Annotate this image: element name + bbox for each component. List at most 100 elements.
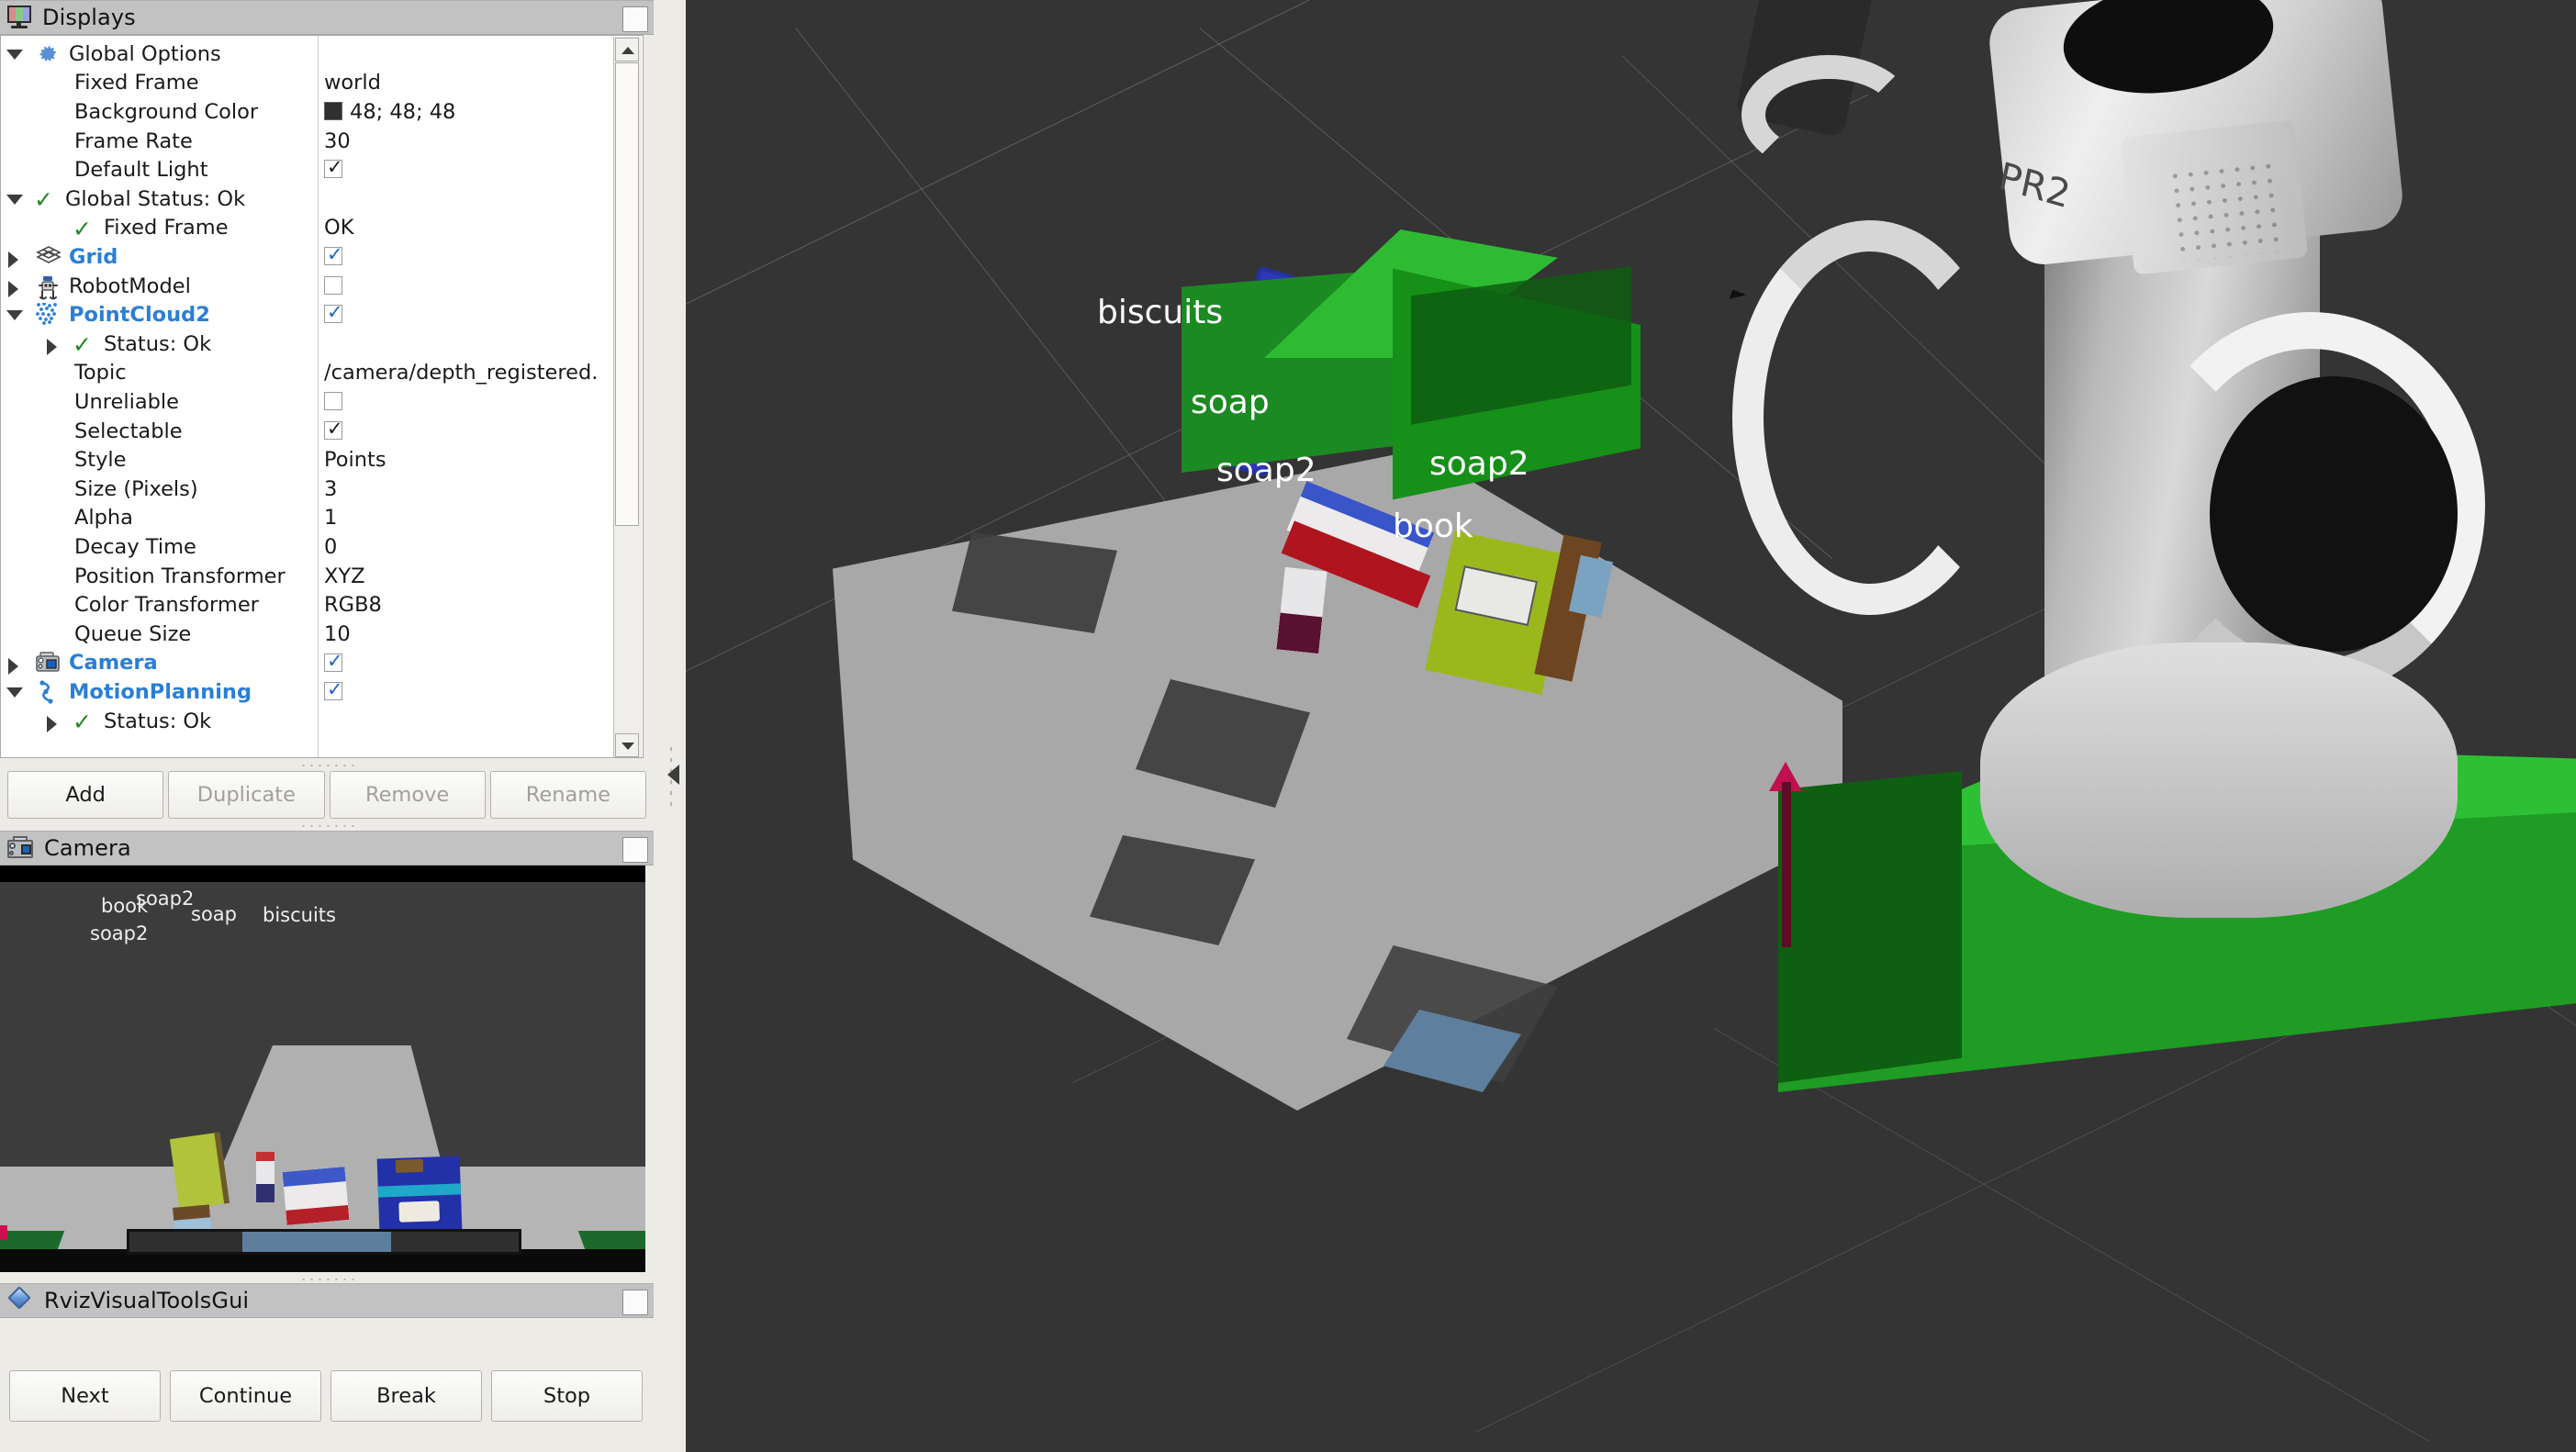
tree-row-value[interactable]: RGB8 xyxy=(324,593,382,617)
displays-float-button[interactable] xyxy=(622,6,648,32)
tree-row-label: Decay Time xyxy=(74,534,196,559)
tree-row-label: Status: Ok xyxy=(104,709,212,733)
tree-row-checkbox[interactable] xyxy=(324,156,343,179)
viewport-label-soap2: soap2 xyxy=(1429,445,1529,483)
expander-collapse-icon[interactable] xyxy=(6,195,23,205)
tree-row-value[interactable]: /camera/depth_registered. xyxy=(324,361,598,385)
tree-row-checkbox[interactable] xyxy=(324,275,342,295)
tree-row-unreliable[interactable]: Unreliable xyxy=(1,387,634,417)
rvt-float-button[interactable] xyxy=(622,1290,648,1315)
tree-row-position-transformer[interactable]: Position Transformer XYZ xyxy=(1,562,634,591)
tree-row-style[interactable]: Style Points xyxy=(1,445,634,475)
viewport-label-soap2: soap2 xyxy=(1216,452,1316,489)
break-button[interactable]: Break xyxy=(330,1370,482,1422)
tree-row-label: RobotModel xyxy=(69,274,191,298)
camera-label-soap: soap xyxy=(191,903,237,925)
rvt-panel-titlebar[interactable]: RvizVisualToolsGui xyxy=(0,1283,654,1318)
camera-splitter-grip[interactable] xyxy=(299,822,354,830)
tree-row-label: Background Color xyxy=(74,99,259,124)
camera-icon xyxy=(7,836,35,860)
stop-button[interactable]: Stop xyxy=(491,1370,643,1422)
tree-row-label: Queue Size xyxy=(74,621,192,646)
continue-button[interactable]: Continue xyxy=(170,1370,321,1422)
camera-label-soap2: soap2 xyxy=(136,888,195,910)
tree-row-default-light[interactable]: Default Light xyxy=(1,155,634,184)
tree-row-global-status-ok[interactable]: ✓ Global Status: Ok xyxy=(1,184,634,214)
scrollbar-thumb[interactable] xyxy=(615,62,639,526)
tree-row-color-transformer[interactable]: Color Transformer RGB8 xyxy=(1,590,634,620)
tree-row-queue-size[interactable]: Queue Size 10 xyxy=(1,620,634,649)
3d-render-view[interactable]: PR2 biscuits soap soap2 soap2 book xyxy=(686,0,2576,1452)
camera-object-soap2-a xyxy=(256,1152,274,1202)
tree-row-label: Unreliable xyxy=(74,389,179,414)
displays-splitter-grip[interactable] xyxy=(299,762,354,769)
expander-expand-icon[interactable] xyxy=(8,280,18,297)
tree-row-checkbox[interactable] xyxy=(324,678,343,701)
expander-collapse-icon[interactable] xyxy=(6,687,23,698)
expander-collapse-icon[interactable] xyxy=(6,310,23,321)
tree-row-frame-rate[interactable]: Frame Rate 30 xyxy=(1,127,634,156)
pr2-robot-model: PR2 xyxy=(1732,0,2576,955)
tree-row-size-pixels[interactable]: Size (Pixels) 3 xyxy=(1,475,634,504)
displays-panel-titlebar[interactable]: Displays xyxy=(0,0,654,35)
tree-row-checkbox[interactable] xyxy=(324,392,342,411)
motionplanning-icon xyxy=(36,680,58,709)
tree-row-value[interactable]: world xyxy=(324,71,381,95)
tree-row-status-ok[interactable]: ✓ Status: Ok xyxy=(1,707,634,736)
tree-scrollbar[interactable] xyxy=(613,37,642,757)
tree-row-selectable[interactable]: Selectable xyxy=(1,417,634,446)
expander-expand-icon[interactable] xyxy=(47,339,57,355)
tree-row-camera[interactable]: Camera xyxy=(1,649,634,678)
tree-row-value[interactable]: 0 xyxy=(324,535,337,559)
collapse-left-icon[interactable] xyxy=(667,765,679,785)
tree-row-value[interactable]: Points xyxy=(324,448,386,472)
tree-row-label: Fixed Frame xyxy=(104,216,229,240)
tree-row-value[interactable]: 1 xyxy=(324,506,337,530)
camera-object-book xyxy=(169,1132,230,1211)
tree-row-robotmodel[interactable]: RobotModel xyxy=(1,272,634,301)
tree-row-label: Global Options xyxy=(69,41,221,66)
expander-expand-icon[interactable] xyxy=(8,657,18,675)
tree-row-value[interactable]: XYZ xyxy=(324,564,365,588)
rvt-splitter-grip[interactable] xyxy=(299,1276,354,1283)
scroll-down-button[interactable] xyxy=(615,733,639,757)
tree-row-value[interactable]: 3 xyxy=(324,477,337,501)
green-check-icon: ✓ xyxy=(73,331,92,358)
tree-row-status-ok[interactable]: ✓ Status: Ok xyxy=(1,329,634,359)
tree-row-label: Fixed Frame xyxy=(74,71,199,95)
dock-splitter[interactable] xyxy=(657,0,686,1452)
tree-row-background-color[interactable]: Background Color 48; 48; 48 xyxy=(1,97,634,127)
tree-row-label: MotionPlanning xyxy=(69,679,252,704)
next-button[interactable]: Next xyxy=(9,1370,161,1422)
tree-row-checkbox[interactable] xyxy=(324,243,343,266)
camera-panel-titlebar[interactable]: Camera xyxy=(0,831,654,866)
tree-row-value[interactable]: 30 xyxy=(324,129,351,153)
tree-row-checkbox[interactable] xyxy=(324,301,343,324)
tree-row-value[interactable]: 10 xyxy=(324,622,351,646)
tree-row-checkbox[interactable] xyxy=(324,650,343,672)
expander-collapse-icon[interactable] xyxy=(6,50,23,60)
tree-row-global-options[interactable]: Global Options xyxy=(1,39,634,69)
expander-expand-icon[interactable] xyxy=(47,715,57,732)
tree-row-value[interactable]: OK xyxy=(324,216,353,240)
tree-row-grid[interactable]: Grid xyxy=(1,242,634,272)
tree-row-alpha[interactable]: Alpha 1 xyxy=(1,504,634,533)
camera-float-button[interactable] xyxy=(622,837,648,863)
tree-row-label: Color Transformer xyxy=(74,593,259,618)
tree-row-fixed-frame[interactable]: ✓ Fixed Frame OK xyxy=(1,214,634,243)
tree-row-pointcloud2[interactable]: PointCloud2 xyxy=(1,300,634,329)
tree-row-fixed-frame[interactable]: Fixed Frame world xyxy=(1,69,634,98)
duplicate-button: Duplicate xyxy=(168,771,325,819)
scroll-up-button[interactable] xyxy=(615,38,639,61)
tree-row-decay-time[interactable]: Decay Time 0 xyxy=(1,532,634,562)
displays-tree[interactable]: Global Options Fixed Frame world Background… xyxy=(0,35,644,758)
tree-row-value[interactable]: 48; 48; 48 xyxy=(324,100,455,124)
tree-row-checkbox[interactable] xyxy=(324,418,343,440)
camera-image-view[interactable]: book soap2 soap biscuits soap2 xyxy=(0,866,645,1272)
add-button[interactable]: Add xyxy=(7,771,164,819)
tree-row-label: Frame Rate xyxy=(74,128,193,153)
tree-row-motionplanning[interactable]: MotionPlanning xyxy=(1,677,634,707)
tree-row-topic[interactable]: Topic/camera/depth_registered. xyxy=(1,359,634,388)
collision-object-biscuits xyxy=(1182,229,1641,500)
expander-expand-icon[interactable] xyxy=(8,251,18,269)
